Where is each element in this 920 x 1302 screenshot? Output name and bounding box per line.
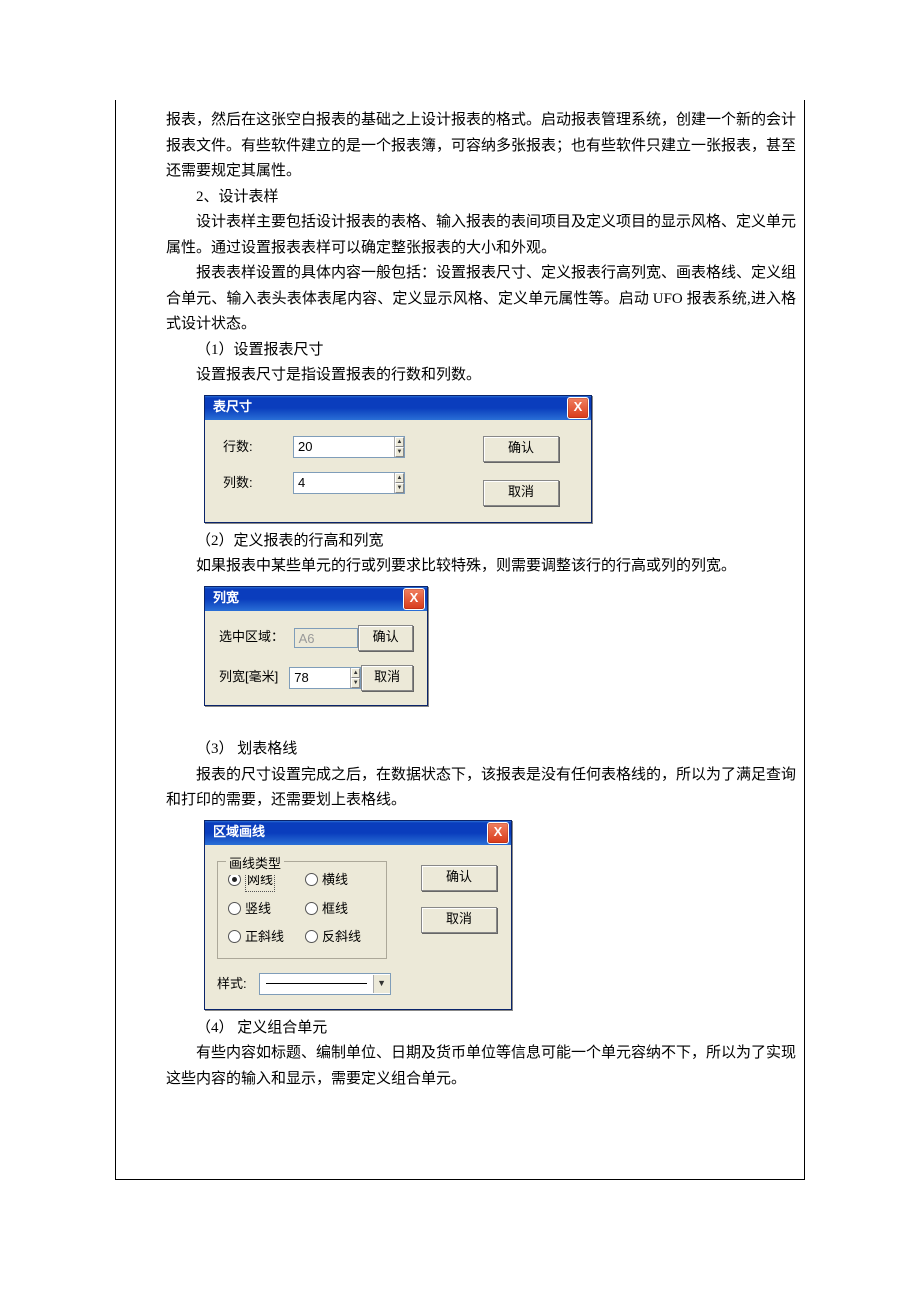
ok-button[interactable]: 确认 (358, 625, 413, 651)
dialog-body: 画线类型 网线 横线 竖线 框线 正斜线 反斜线 确认 取消 样式: (205, 845, 511, 1009)
width-spinner[interactable]: ▲▼ (289, 667, 361, 689)
rows-spinner[interactable]: ▲▼ (293, 436, 405, 458)
blank (166, 712, 796, 738)
paragraph: 报表，然后在这张空白报表的基础之上设计报表的格式。启动报表管理系统，创建一个新的… (166, 108, 796, 185)
subheading-2: （2）定义报表的行高和列宽 (166, 529, 796, 555)
dialog-title: 表尺寸 (213, 396, 252, 418)
spin-down-icon[interactable]: ▼ (395, 447, 404, 457)
dialog-title: 列宽 (213, 587, 239, 609)
chevron-down-icon[interactable]: ▼ (373, 975, 390, 993)
group-legend: 画线类型 (226, 853, 284, 875)
cancel-button[interactable]: 取消 (421, 907, 497, 933)
cols-input[interactable] (294, 473, 394, 493)
dialog-body: 选中区域： A6 确认 列宽[毫米] ▲▼ 取消 (205, 611, 427, 705)
content-cell: 报表，然后在这张空白报表的基础之上设计报表的格式。启动报表管理系统，创建一个新的… (115, 100, 805, 1180)
radio-icon (228, 930, 241, 943)
column-width-dialog: 列宽 X 选中区域： A6 确认 列宽[毫米] ▲▼ 取消 (204, 586, 428, 706)
titlebar[interactable]: 列宽 X (205, 587, 427, 611)
radio-vertical[interactable]: 竖线 (228, 898, 299, 920)
paragraph: 设置报表尺寸是指设置报表的行数和列数。 (166, 363, 796, 389)
spin-up-icon[interactable]: ▲ (351, 668, 360, 678)
paragraph: 报表的尺寸设置完成之后，在数据状态下，该报表是没有任何表格线的，所以为了满足查询… (166, 763, 796, 814)
style-label: 样式: (217, 973, 247, 995)
heading-2: 2、设计表样 (166, 185, 796, 211)
paragraph: 有些内容如标题、编制单位、日期及货币单位等信息可能一个单元容纳不下，所以为了实现… (166, 1041, 796, 1092)
spin-down-icon[interactable]: ▼ (395, 483, 404, 493)
radio-forward-slash[interactable]: 正斜线 (228, 926, 299, 948)
radio-icon (305, 902, 318, 915)
titlebar[interactable]: 表尺寸 X (205, 396, 591, 420)
rows-input[interactable] (294, 437, 394, 457)
line-preview (266, 983, 367, 984)
spin-up-icon[interactable]: ▲ (395, 473, 404, 483)
page: 报表，然后在这张空白报表的基础之上设计报表的格式。启动报表管理系统，创建一个新的… (0, 0, 920, 1302)
radio-horizontal[interactable]: 横线 (305, 868, 376, 892)
line-type-groupbox: 画线类型 网线 横线 竖线 框线 正斜线 反斜线 (217, 861, 387, 959)
range-display: A6 (294, 628, 359, 648)
radio-icon (228, 902, 241, 915)
cancel-button[interactable]: 取消 (483, 480, 559, 506)
spin-down-icon[interactable]: ▼ (351, 678, 360, 688)
width-input[interactable] (290, 668, 350, 688)
radio-icon (305, 873, 318, 886)
radio-back-slash[interactable]: 反斜线 (305, 926, 376, 948)
cancel-button[interactable]: 取消 (361, 665, 413, 691)
paragraph: 如果报表中某些单元的行或列要求比较特殊，则需要调整该行的行高或列的列宽。 (166, 554, 796, 580)
dialog-title: 区域画线 (213, 821, 265, 843)
spin-buttons[interactable]: ▲▼ (350, 668, 360, 688)
ok-button[interactable]: 确认 (421, 865, 497, 891)
cols-spinner[interactable]: ▲▼ (293, 472, 405, 494)
paragraph: 设计表样主要包括设计报表的表格、输入报表的表间项目及定义项目的显示风格、定义单元… (166, 210, 796, 261)
radio-frame[interactable]: 框线 (305, 898, 376, 920)
radio-icon (228, 873, 241, 886)
spin-up-icon[interactable]: ▲ (395, 437, 404, 447)
radio-icon (305, 930, 318, 943)
close-icon[interactable]: X (403, 588, 425, 610)
area-line-dialog: 区域画线 X 画线类型 网线 横线 竖线 框线 正斜线 反斜线 确认 (204, 820, 512, 1010)
dialog-body: 行数: ▲▼ 列数: ▲▼ 确认 (205, 420, 591, 522)
table-size-dialog: 表尺寸 X 行数: ▲▼ 列数: (204, 395, 592, 523)
rows-label: 行数: (223, 436, 293, 458)
cols-label: 列数: (223, 472, 293, 494)
close-icon[interactable]: X (567, 397, 589, 419)
width-label: 列宽[毫米] (219, 666, 289, 688)
subheading-3: （3） 划表格线 (166, 737, 796, 763)
subheading-1: （1）设置报表尺寸 (166, 338, 796, 364)
close-icon[interactable]: X (487, 822, 509, 844)
range-label: 选中区域： (219, 626, 294, 648)
spin-buttons[interactable]: ▲▼ (394, 473, 404, 493)
titlebar[interactable]: 区域画线 X (205, 821, 511, 845)
ok-button[interactable]: 确认 (483, 436, 559, 462)
subheading-4: （4） 定义组合单元 (166, 1016, 796, 1042)
spin-buttons[interactable]: ▲▼ (394, 437, 404, 457)
style-combo[interactable]: ▼ (259, 973, 391, 995)
paragraph: 报表表样设置的具体内容一般包括：设置报表尺寸、定义报表行高列宽、画表格线、定义组… (166, 261, 796, 338)
